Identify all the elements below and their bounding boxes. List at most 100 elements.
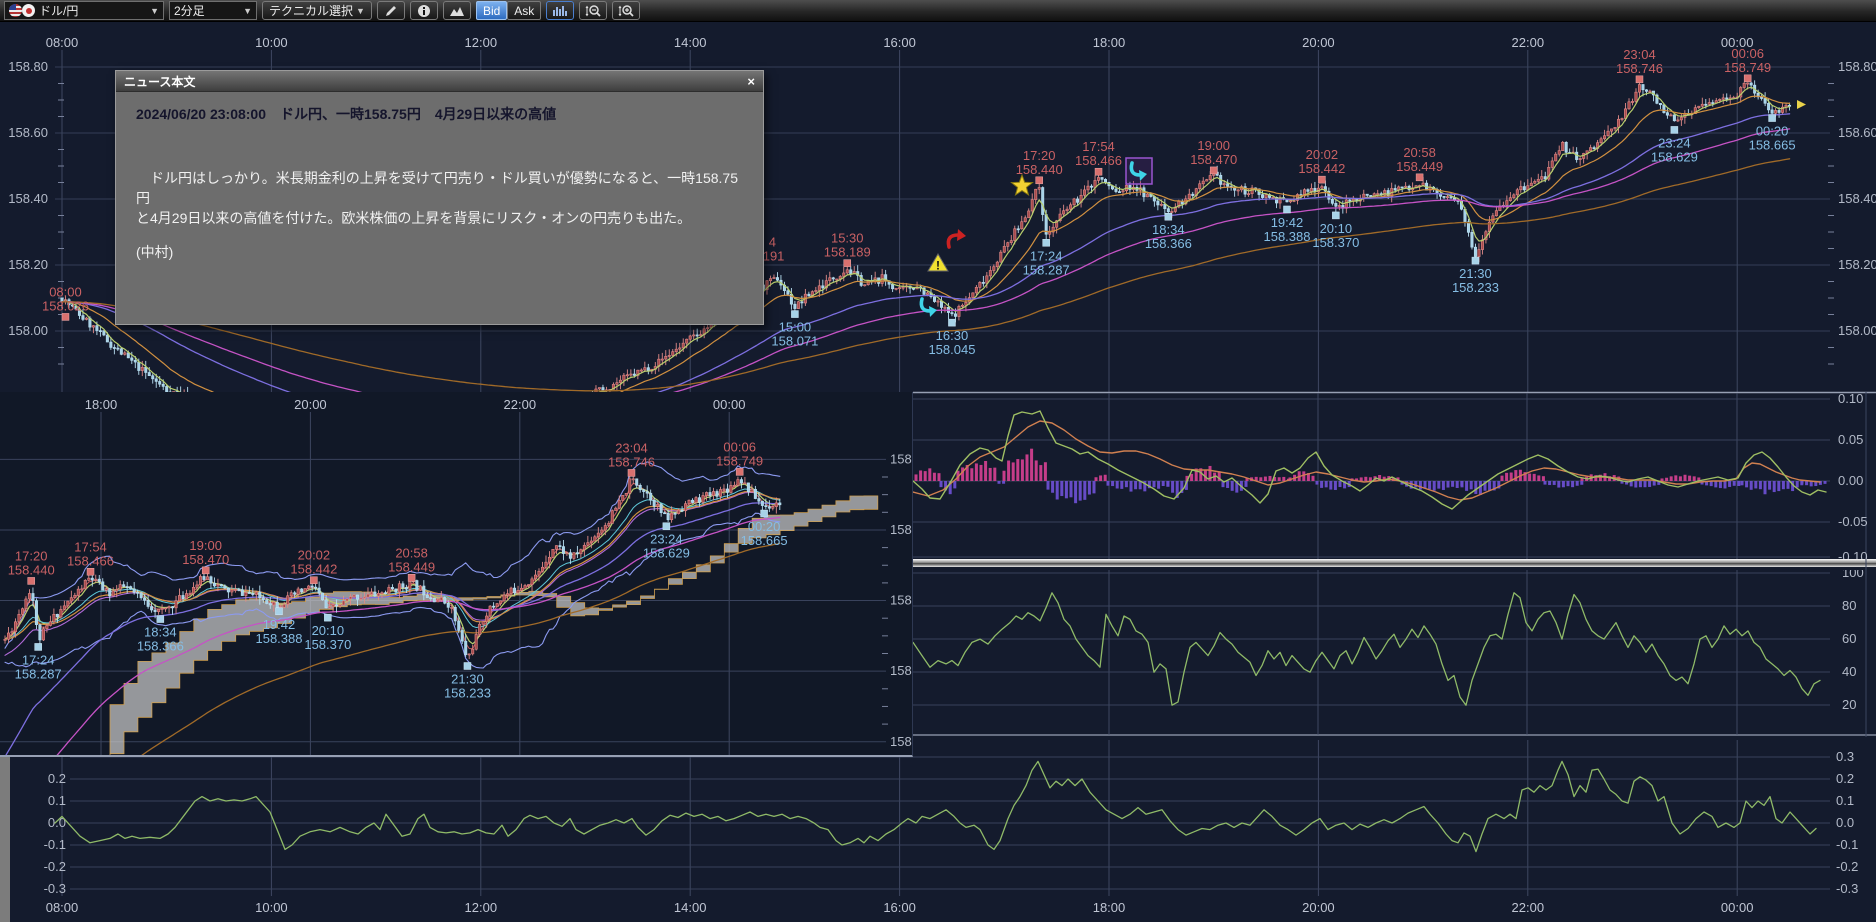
svg-text:0.05: 0.05 <box>1838 432 1863 447</box>
svg-text:17:24: 17:24 <box>1030 248 1063 263</box>
svg-text:0.2: 0.2 <box>48 771 66 786</box>
bid-label: Bid <box>483 4 500 18</box>
timeframe-select[interactable]: 2分足 ▼ <box>169 1 257 20</box>
pane-splitter[interactable] <box>913 559 1876 567</box>
svg-text:16:30: 16:30 <box>936 328 969 343</box>
svg-text:00:20: 00:20 <box>748 519 781 534</box>
svg-text:20:02: 20:02 <box>1306 147 1339 162</box>
chevron-down-icon: ▼ <box>356 6 365 16</box>
svg-text:00:06: 00:06 <box>723 439 756 454</box>
svg-text:40: 40 <box>1842 664 1856 679</box>
ask-button[interactable]: Ask <box>507 1 541 20</box>
jp-flag-icon <box>22 4 35 17</box>
svg-text:60: 60 <box>1842 631 1856 646</box>
news-headline: 2024/06/20 23:08:00 ドル円、一時158.75円 4月29日以… <box>136 104 743 124</box>
svg-text:0.10: 0.10 <box>1838 391 1863 406</box>
svg-text:19:42: 19:42 <box>1271 215 1304 230</box>
technical-select-button[interactable]: テクニカル選択 ▼ <box>262 1 372 20</box>
svg-text:10:00: 10:00 <box>255 900 288 915</box>
svg-text:158.749: 158.749 <box>1724 60 1771 75</box>
svg-text:158.60: 158.60 <box>890 522 912 537</box>
info-icon <box>417 4 431 18</box>
news-body-line2: と4月29日以来の高値を付けた。欧米株価の上昇を背景にリスク・オンの円売りも出た… <box>136 208 743 228</box>
news-signature: (中村) <box>136 242 743 262</box>
mountain-chart-button[interactable] <box>443 1 471 20</box>
svg-text:158.80: 158.80 <box>1838 59 1876 74</box>
svg-text:191: 191 <box>763 248 785 263</box>
svg-text:158.449: 158.449 <box>1396 159 1443 174</box>
pair-select-label: ドル/円 <box>39 2 78 19</box>
svg-text:158.80: 158.80 <box>8 59 48 74</box>
svg-text:17:20: 17:20 <box>1023 148 1056 163</box>
svg-text:158.00: 158.00 <box>8 323 48 338</box>
svg-text:!: ! <box>936 259 940 273</box>
svg-text:158.440: 158.440 <box>1016 162 1063 177</box>
svg-text:158.746: 158.746 <box>1616 61 1663 76</box>
volume-chart-button[interactable] <box>546 1 574 20</box>
zoom-in-icon <box>618 4 634 18</box>
svg-text:158.466: 158.466 <box>1075 153 1122 168</box>
detail-chart-canvas[interactable]: 18:0020:0022:0000:00158.80158.60158.4015… <box>0 392 912 755</box>
svg-text:-0.1: -0.1 <box>1836 837 1858 852</box>
svg-text:23:04: 23:04 <box>1623 47 1656 62</box>
svg-text:158.470: 158.470 <box>182 552 229 567</box>
svg-text:158.440: 158.440 <box>8 562 55 577</box>
draw-pencil-button[interactable] <box>377 1 405 20</box>
svg-text:-0.1: -0.1 <box>44 837 66 852</box>
svg-text:18:34: 18:34 <box>144 625 177 640</box>
svg-text:23:04: 23:04 <box>615 440 648 455</box>
svg-text:00:00: 00:00 <box>1721 900 1754 915</box>
svg-text:158.370: 158.370 <box>1312 235 1359 250</box>
svg-text:19:00: 19:00 <box>1197 138 1230 153</box>
svg-text:158.20: 158.20 <box>890 663 912 678</box>
pair-select[interactable]: ドル/円 ▼ <box>4 1 164 20</box>
svg-text:14:00: 14:00 <box>674 900 707 915</box>
svg-text:4: 4 <box>769 234 776 249</box>
svg-text:158.287: 158.287 <box>15 666 62 681</box>
svg-text:20:10: 20:10 <box>312 623 345 638</box>
svg-text:00:20: 00:20 <box>1756 124 1789 139</box>
technical-select-label: テクニカル選択 <box>269 2 353 19</box>
svg-text:20:58: 20:58 <box>1403 145 1436 160</box>
svg-text:16:00: 16:00 <box>883 900 916 915</box>
svg-text:20:00: 20:00 <box>1302 35 1335 50</box>
svg-text:15:30: 15:30 <box>831 231 864 246</box>
svg-text:0.1: 0.1 <box>1836 793 1854 808</box>
svg-text:10:00: 10:00 <box>255 35 288 50</box>
svg-text:08:00: 08:00 <box>46 900 79 915</box>
svg-text:20:58: 20:58 <box>395 545 428 560</box>
bid-button[interactable]: Bid <box>476 1 507 20</box>
toolbar: ドル/円 ▼ 2分足 ▼ テクニカル選択 ▼ Bid Ask <box>0 0 1876 22</box>
chevron-down-icon: ▼ <box>150 6 159 16</box>
svg-text:08:00: 08:00 <box>46 35 79 50</box>
zoom-in-button[interactable] <box>612 1 640 20</box>
zoom-out-button[interactable] <box>579 1 607 20</box>
svg-text:17:54: 17:54 <box>74 539 107 554</box>
bid-ask-toggle: Bid Ask <box>476 1 541 20</box>
svg-text:158.388: 158.388 <box>1263 229 1310 244</box>
info-button[interactable] <box>410 1 438 20</box>
svg-text:-0.3: -0.3 <box>44 881 66 896</box>
svg-text:-0.05: -0.05 <box>1838 514 1868 529</box>
svg-text:18:00: 18:00 <box>85 397 118 412</box>
svg-text:158.629: 158.629 <box>1651 149 1698 164</box>
timeframe-label: 2分足 <box>174 2 205 19</box>
svg-text:158.40: 158.40 <box>1838 191 1876 206</box>
svg-text:158.40: 158.40 <box>890 593 912 608</box>
close-icon[interactable]: × <box>747 75 755 88</box>
svg-text:158.233: 158.233 <box>1452 280 1499 295</box>
svg-text:12:00: 12:00 <box>465 35 498 50</box>
svg-text:158.749: 158.749 <box>716 453 763 468</box>
news-dialog-titlebar[interactable]: ニュース本文 × <box>116 71 763 92</box>
ask-label: Ask <box>514 4 534 18</box>
svg-text:19:42: 19:42 <box>263 617 296 632</box>
svg-text:08:00: 08:00 <box>49 284 82 299</box>
trading-app-window: { "toolbar":{ "pair_label":"ドル/円","timef… <box>0 0 1876 922</box>
svg-text:-0.2: -0.2 <box>44 859 66 874</box>
svg-text:158.40: 158.40 <box>8 191 48 206</box>
news-dialog[interactable]: ニュース本文 × 2024/06/20 23:08:00 ドル円、一時158.7… <box>115 70 764 325</box>
detail-chart-window[interactable]: 18:0020:0022:0000:00158.80158.60158.4015… <box>0 392 913 757</box>
svg-text:158.026: 158.026 <box>42 298 89 313</box>
svg-text:158.045: 158.045 <box>928 342 975 357</box>
svg-text:17:24: 17:24 <box>22 652 55 667</box>
